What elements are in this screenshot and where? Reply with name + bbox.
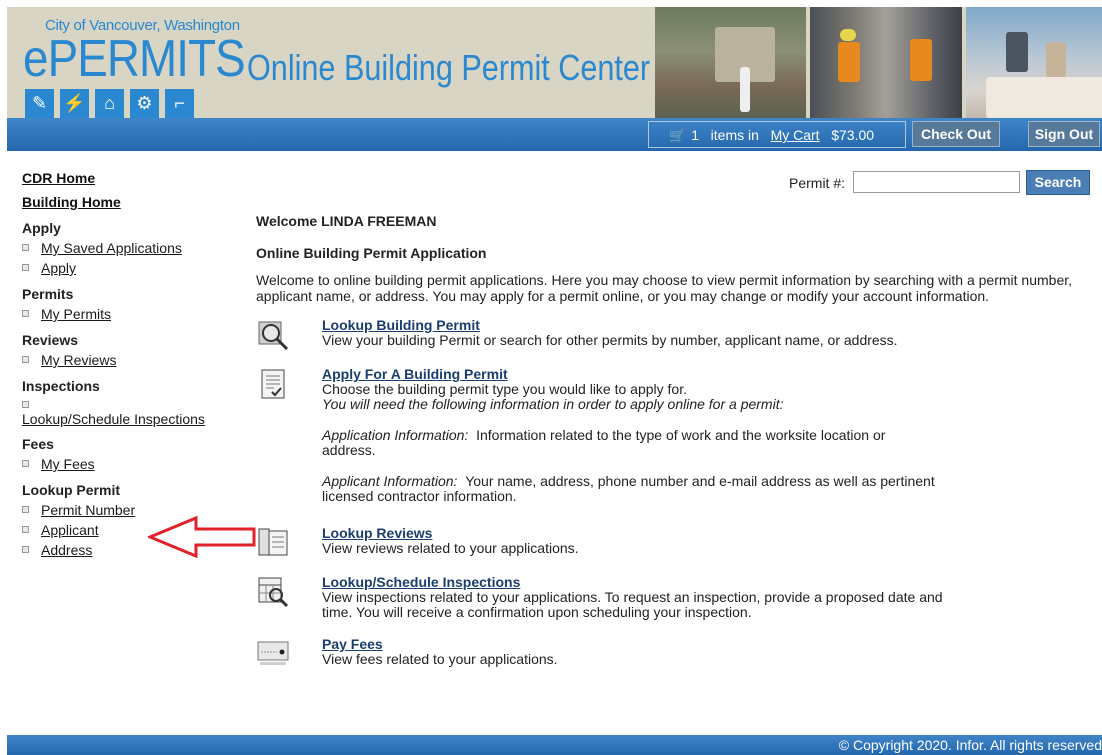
- header-banner: City of Vancouver, Washington ePERMITS ✎…: [7, 7, 1102, 118]
- bullet-icon: [22, 505, 29, 513]
- welcome-message: Welcome LINDA FREEMAN: [256, 213, 437, 229]
- site-header: City of Vancouver, Washington ePERMITS ✎…: [0, 0, 1102, 118]
- meeting-photo: [966, 7, 1102, 118]
- cart-total: $73.00: [831, 127, 875, 143]
- lookup-inspections-entry: Lookup/Schedule Inspections View inspect…: [322, 575, 962, 620]
- payment-card-icon: [257, 641, 289, 665]
- apply-permit-entry: Apply For A Building Permit Choose the b…: [322, 367, 982, 504]
- reviews-document-icon: [258, 528, 288, 556]
- sidebar-item-inspections[interactable]: Lookup/Schedule Inspections: [22, 398, 232, 426]
- site-title: Online Building Permit Center: [247, 47, 651, 88]
- checkout-button[interactable]: Check Out: [912, 121, 1000, 147]
- application-info: Application Information: Information rel…: [322, 428, 922, 458]
- lookup-reviews-entry: Lookup Reviews View reviews related to y…: [322, 526, 982, 556]
- sidebar-heading-reviews: Reviews: [22, 332, 79, 348]
- applicant-info: Applicant Information: Your name, addres…: [322, 474, 982, 504]
- lookup-reviews-desc: View reviews related to your application…: [322, 540, 579, 556]
- house-fire-icon: ⌂: [95, 89, 124, 118]
- cart-items-label: items in: [710, 127, 759, 143]
- bullet-icon: [22, 309, 29, 317]
- bullet-icon: [22, 459, 29, 467]
- copyright-text: © Copyright 2020. Infor. All rights rese…: [838, 737, 1102, 753]
- my-cart-link[interactable]: My Cart: [771, 127, 820, 143]
- house-photo: [655, 7, 806, 118]
- application-info-label: Application Information:: [322, 427, 469, 443]
- apply-permit-note: You will need the following information …: [322, 396, 784, 412]
- lookup-reviews-link[interactable]: Lookup Reviews: [322, 526, 982, 541]
- sidebar-heading-permits: Permits: [22, 286, 74, 302]
- signout-button[interactable]: Sign Out: [1028, 121, 1100, 147]
- sidebar-item-my-permits[interactable]: My Permits: [22, 304, 232, 324]
- gears-icon: ⚙: [130, 89, 159, 118]
- inspectors-photo: [810, 7, 962, 118]
- sidebar-item-my-fees[interactable]: My Fees: [22, 454, 232, 474]
- red-arrow-annotation: [148, 515, 256, 559]
- applicant-link[interactable]: Applicant: [41, 522, 99, 538]
- bullet-icon: [22, 263, 29, 271]
- bullet-icon: [22, 545, 29, 553]
- sidebar-heading-fees: Fees: [22, 436, 54, 452]
- bullet-icon: [22, 243, 29, 251]
- cdr-home-link[interactable]: CDR Home: [22, 170, 232, 186]
- sidebar-heading-lookup-permit: Lookup Permit: [22, 482, 121, 498]
- header-photo-strip: [655, 7, 1102, 118]
- saved-applications-link[interactable]: My Saved Applications: [41, 240, 182, 256]
- sidebar-item-apply[interactable]: Apply: [22, 258, 232, 278]
- applicant-info-label: Applicant Information:: [322, 473, 458, 489]
- calendar-magnifier-icon: [258, 577, 289, 608]
- electrical-icon: ⚡: [60, 89, 89, 118]
- footer-bar: © Copyright 2020. Infor. All rights rese…: [7, 735, 1102, 755]
- magnifier-document-icon: [258, 321, 289, 350]
- sidebar: CDR Home Building Home Apply My Saved Ap…: [22, 170, 232, 560]
- apply-building-permit-link[interactable]: Apply For A Building Permit: [322, 367, 982, 382]
- lookup-schedule-inspections-main-link[interactable]: Lookup/Schedule Inspections: [322, 575, 962, 590]
- pay-fees-link[interactable]: Pay Fees: [322, 637, 982, 652]
- sidebar-item-saved-applications[interactable]: My Saved Applications: [22, 238, 232, 258]
- apply-link[interactable]: Apply: [41, 260, 76, 276]
- search-button[interactable]: Search: [1026, 170, 1090, 195]
- lookup-building-permit-link[interactable]: Lookup Building Permit: [322, 318, 982, 333]
- building-home-link[interactable]: Building Home: [22, 194, 232, 210]
- page-subheading: Online Building Permit Application: [256, 245, 487, 261]
- bullet-icon: [22, 400, 29, 408]
- faucet-icon: ⌐: [165, 89, 194, 118]
- tools-icon: ✎: [25, 89, 54, 118]
- address-link[interactable]: Address: [41, 542, 92, 558]
- sidebar-heading-inspections: Inspections: [22, 378, 100, 394]
- lookup-permit-entry: Lookup Building Permit View your buildin…: [322, 318, 982, 348]
- cart-icon: 🛒: [669, 128, 686, 143]
- apply-permit-desc: Choose the building permit type you woul…: [322, 381, 687, 397]
- permit-number-search-input[interactable]: [853, 171, 1020, 193]
- intro-paragraph: Welcome to online building permit applic…: [256, 272, 1073, 304]
- lookup-permit-desc: View your building Permit or search for …: [322, 332, 898, 348]
- permit-number-link[interactable]: Permit Number: [41, 502, 135, 518]
- epermits-logo: ePERMITS: [23, 30, 246, 88]
- bullet-icon: [22, 525, 29, 533]
- permit-search-label: Permit #:: [789, 175, 846, 191]
- my-fees-link[interactable]: My Fees: [41, 456, 95, 472]
- lookup-schedule-inspections-link[interactable]: Lookup/Schedule Inspections: [22, 411, 205, 427]
- cart-summary: 🛒 1 items in My Cart $73.00: [648, 121, 906, 148]
- pay-fees-entry: Pay Fees View fees related to your appli…: [322, 637, 982, 667]
- lookup-inspections-desc: View inspections related to your applica…: [322, 589, 943, 620]
- sidebar-heading-apply: Apply: [22, 220, 61, 236]
- bullet-icon: [22, 355, 29, 363]
- sidebar-item-my-reviews[interactable]: My Reviews: [22, 350, 232, 370]
- my-reviews-link[interactable]: My Reviews: [41, 352, 116, 368]
- pay-fees-desc: View fees related to your applications.: [322, 651, 558, 667]
- logo-icon-strip: ✎ ⚡ ⌂ ⚙ ⌐: [25, 89, 194, 118]
- application-form-icon: [261, 369, 285, 399]
- cart-count: 1: [691, 127, 699, 143]
- my-permits-link[interactable]: My Permits: [41, 306, 111, 322]
